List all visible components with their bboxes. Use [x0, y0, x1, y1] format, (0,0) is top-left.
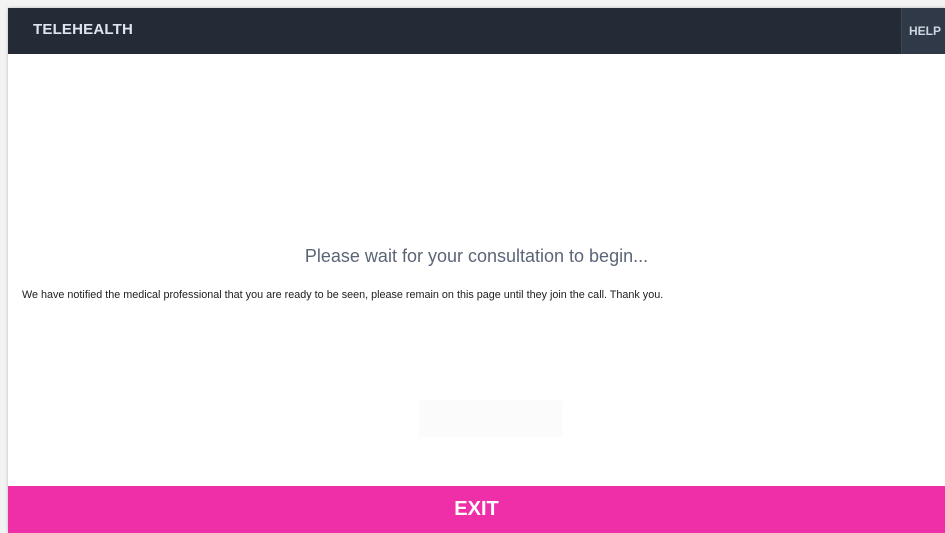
wait-heading: Please wait for your consultation to beg… — [304, 246, 649, 266]
video-placeholder — [419, 400, 562, 437]
exit-button[interactable]: EXIT — [8, 486, 945, 533]
help-button[interactable]: HELP — [901, 8, 945, 54]
wait-message: We have notified the medical professiona… — [22, 289, 664, 301]
telehealth-window: TELEHEALTH HELP Please wait for your con… — [8, 8, 945, 533]
top-bar: TELEHEALTH HELP — [8, 8, 945, 54]
app-title: TELEHEALTH — [33, 21, 134, 38]
